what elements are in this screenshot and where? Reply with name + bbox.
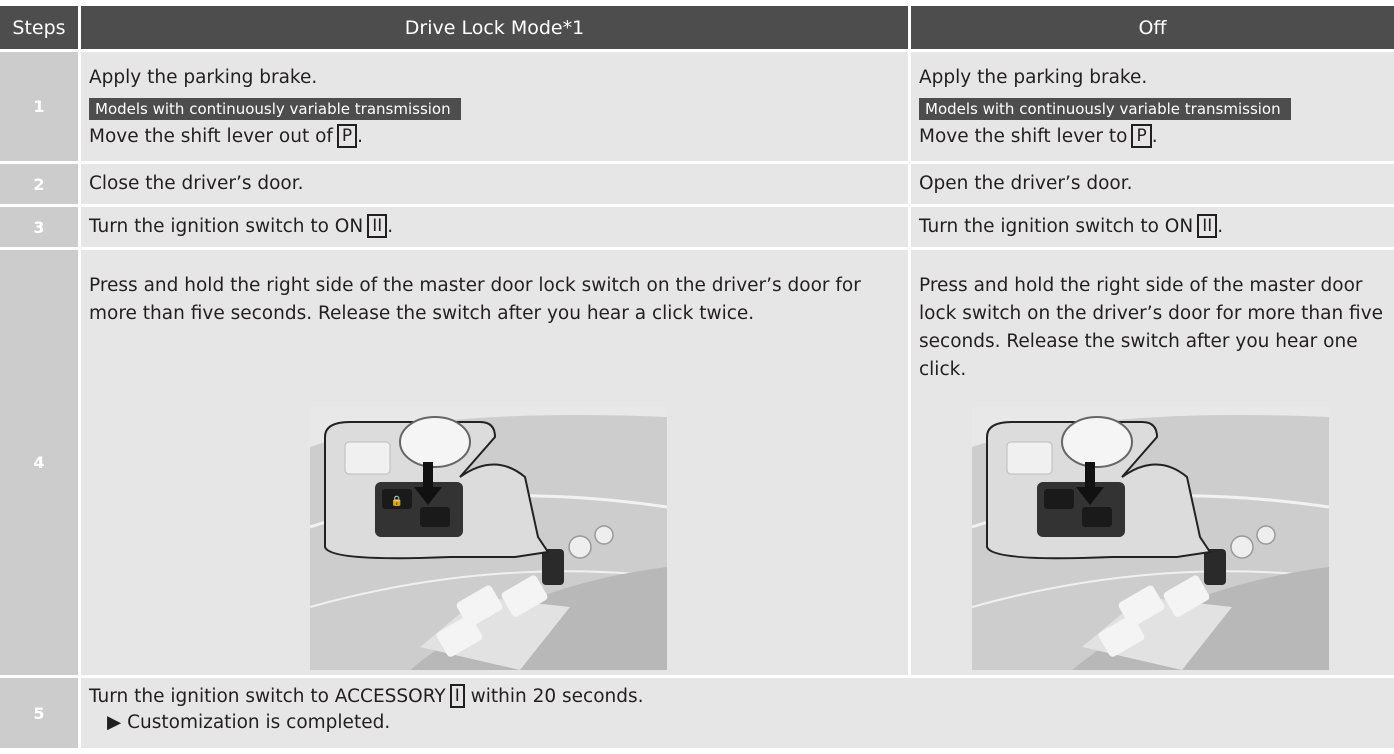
step-4-right-text: Press and hold the right side of the mas… bbox=[919, 275, 1384, 380]
ignition-on-key-icon: II bbox=[1197, 214, 1218, 238]
step-1-drive-lock-cell: Apply the parking brake. Models with con… bbox=[81, 52, 908, 161]
step-3-left-text: Turn the ignition switch to ON bbox=[89, 216, 364, 237]
step-number-1: 1 bbox=[0, 52, 78, 161]
p-key-icon: P bbox=[1131, 124, 1152, 148]
step-1-right-line1: Apply the parking brake. bbox=[919, 67, 1148, 88]
p-key-icon: P bbox=[336, 124, 358, 148]
header-off: Off bbox=[911, 6, 1394, 49]
door-lock-switch-illustration bbox=[972, 407, 1329, 670]
header-drive-lock-mode: Drive Lock Mode*1 bbox=[81, 6, 908, 49]
step-1-left-line2-row: Move the shift lever out of P. bbox=[89, 124, 364, 148]
step-5-cell: Turn the ignition switch to ACCESSORY I w… bbox=[81, 678, 1394, 748]
step-2-left-text: Close the driver’s door. bbox=[89, 173, 304, 194]
step-1-right-tag: Models with continuously variable transm… bbox=[919, 98, 1291, 120]
step-3-off-cell: Turn the ignition switch to ON II. bbox=[911, 207, 1394, 247]
ignition-on-key-icon: II bbox=[367, 214, 388, 238]
svg-text:🔒: 🔒 bbox=[391, 495, 403, 507]
step-2-right-text: Open the driver’s door. bbox=[919, 173, 1133, 194]
door-lock-switch-illustration: 🔒 bbox=[310, 407, 667, 670]
step-1-right-line2-row: Move the shift lever to P. bbox=[919, 124, 1158, 148]
step-3-drive-lock-cell: Turn the ignition switch to ON II. bbox=[81, 207, 908, 247]
step-1-left-line1: Apply the parking brake. bbox=[89, 67, 318, 88]
step-4-left-text: Press and hold the right side of the mas… bbox=[89, 275, 861, 324]
step-number-5: 5 bbox=[0, 678, 78, 748]
step-3-right-row: Turn the ignition switch to ON II. bbox=[919, 214, 1224, 238]
step-1-left-tag: Models with continuously variable transm… bbox=[89, 98, 461, 120]
header-steps: Steps bbox=[0, 6, 78, 49]
step-3-right-text: Turn the ignition switch to ON bbox=[919, 216, 1194, 237]
step-number-4: 4 bbox=[0, 250, 78, 675]
step-2-drive-lock-cell: Close the driver’s door. bbox=[81, 164, 908, 204]
step-1-left-line2: Move the shift lever out of bbox=[89, 126, 333, 147]
step-1-off-cell: Apply the parking brake. Models with con… bbox=[911, 52, 1394, 161]
step-5-text-after: within 20 seconds. bbox=[470, 686, 644, 707]
step-1-right-line2: Move the shift lever to bbox=[919, 126, 1128, 147]
ignition-accessory-key-icon: I bbox=[449, 684, 465, 708]
step-3-left-row: Turn the ignition switch to ON II. bbox=[89, 214, 394, 238]
step-5-instruction: Turn the ignition switch to ACCESSORY I w… bbox=[81, 684, 1394, 710]
step-2-off-cell: Open the driver’s door. bbox=[911, 164, 1394, 204]
step-number-2: 2 bbox=[0, 164, 78, 204]
step-5-result: Customization is completed. bbox=[127, 712, 391, 733]
step-5-text-before: Turn the ignition switch to ACCESSORY bbox=[89, 686, 446, 707]
step-5-result-row: ▶ Customization is completed. bbox=[81, 710, 1394, 736]
step-number-3: 3 bbox=[0, 207, 78, 247]
result-arrow-icon: ▶ bbox=[107, 712, 122, 733]
